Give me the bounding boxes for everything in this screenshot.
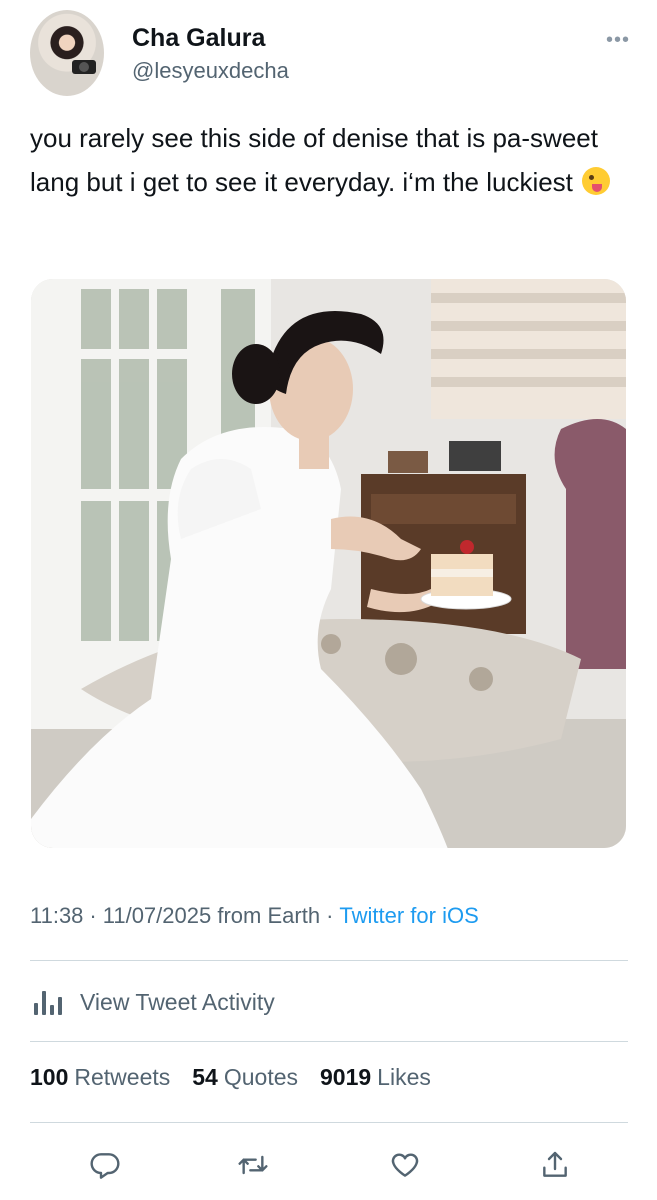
stat-label: Retweets — [74, 1064, 171, 1090]
stat-label: Likes — [377, 1064, 431, 1090]
quotes-stat[interactable]: 54 Quotes — [192, 1064, 298, 1091]
likes-stat[interactable]: 9019 Likes — [320, 1064, 431, 1091]
author-handle[interactable]: @lesyeuxdecha — [132, 58, 289, 84]
divider — [30, 1041, 628, 1042]
divider — [30, 960, 628, 961]
tweet-text: you rarely see this side of denise that … — [30, 116, 630, 204]
tweet-text-body: you rarely see this side of denise that … — [30, 123, 598, 197]
tweet-time[interactable]: 11:38 — [30, 903, 83, 928]
view-activity-label: View Tweet Activity — [80, 988, 275, 1015]
photo-illustration — [31, 279, 626, 848]
tweet-location: from Earth — [217, 903, 321, 928]
tweet-actions — [70, 1142, 590, 1188]
stat-count: 100 — [30, 1064, 69, 1090]
more-horizontal-icon[interactable]: ••• — [606, 30, 630, 50]
camera-icon — [72, 60, 96, 74]
stat-label: Quotes — [223, 1064, 298, 1090]
tweet-metadata: 11:38 · 11/07/2025 from Earth · Twitter for … — [30, 903, 479, 929]
retweets-stat[interactable]: 100 Retweets — [30, 1064, 170, 1091]
retweet-icon — [238, 1155, 268, 1175]
retweet-button[interactable] — [230, 1142, 276, 1188]
stat-count: 54 — [192, 1064, 218, 1090]
tweet-stats: 100 Retweets 54 Quotes 9019 Likes — [30, 1064, 453, 1091]
separator-dot: · — [326, 903, 334, 928]
avatar[interactable] — [30, 10, 104, 96]
share-button[interactable] — [532, 1142, 578, 1188]
heart-icon — [391, 1153, 419, 1177]
separator-dot: · — [89, 903, 97, 928]
tweet-source[interactable]: Twitter for iOS — [339, 903, 478, 928]
tweet-date[interactable]: 11/07/2025 — [103, 903, 211, 928]
view-activity-button[interactable]: View Tweet Activity — [30, 980, 275, 1024]
reply-button[interactable] — [82, 1142, 128, 1188]
tweet-header: Cha Galura @lesyeuxdecha ••• — [30, 10, 630, 96]
bar-chart-icon — [30, 987, 68, 1017]
share-icon — [543, 1151, 567, 1177]
author-name[interactable]: Cha Galura — [132, 24, 265, 53]
tweet-photo[interactable] — [31, 279, 626, 848]
divider — [30, 1122, 628, 1123]
stat-count: 9019 — [320, 1064, 372, 1090]
winking-face-with-tongue-icon — [582, 167, 611, 195]
like-button[interactable] — [382, 1142, 428, 1188]
reply-icon — [90, 1153, 120, 1179]
